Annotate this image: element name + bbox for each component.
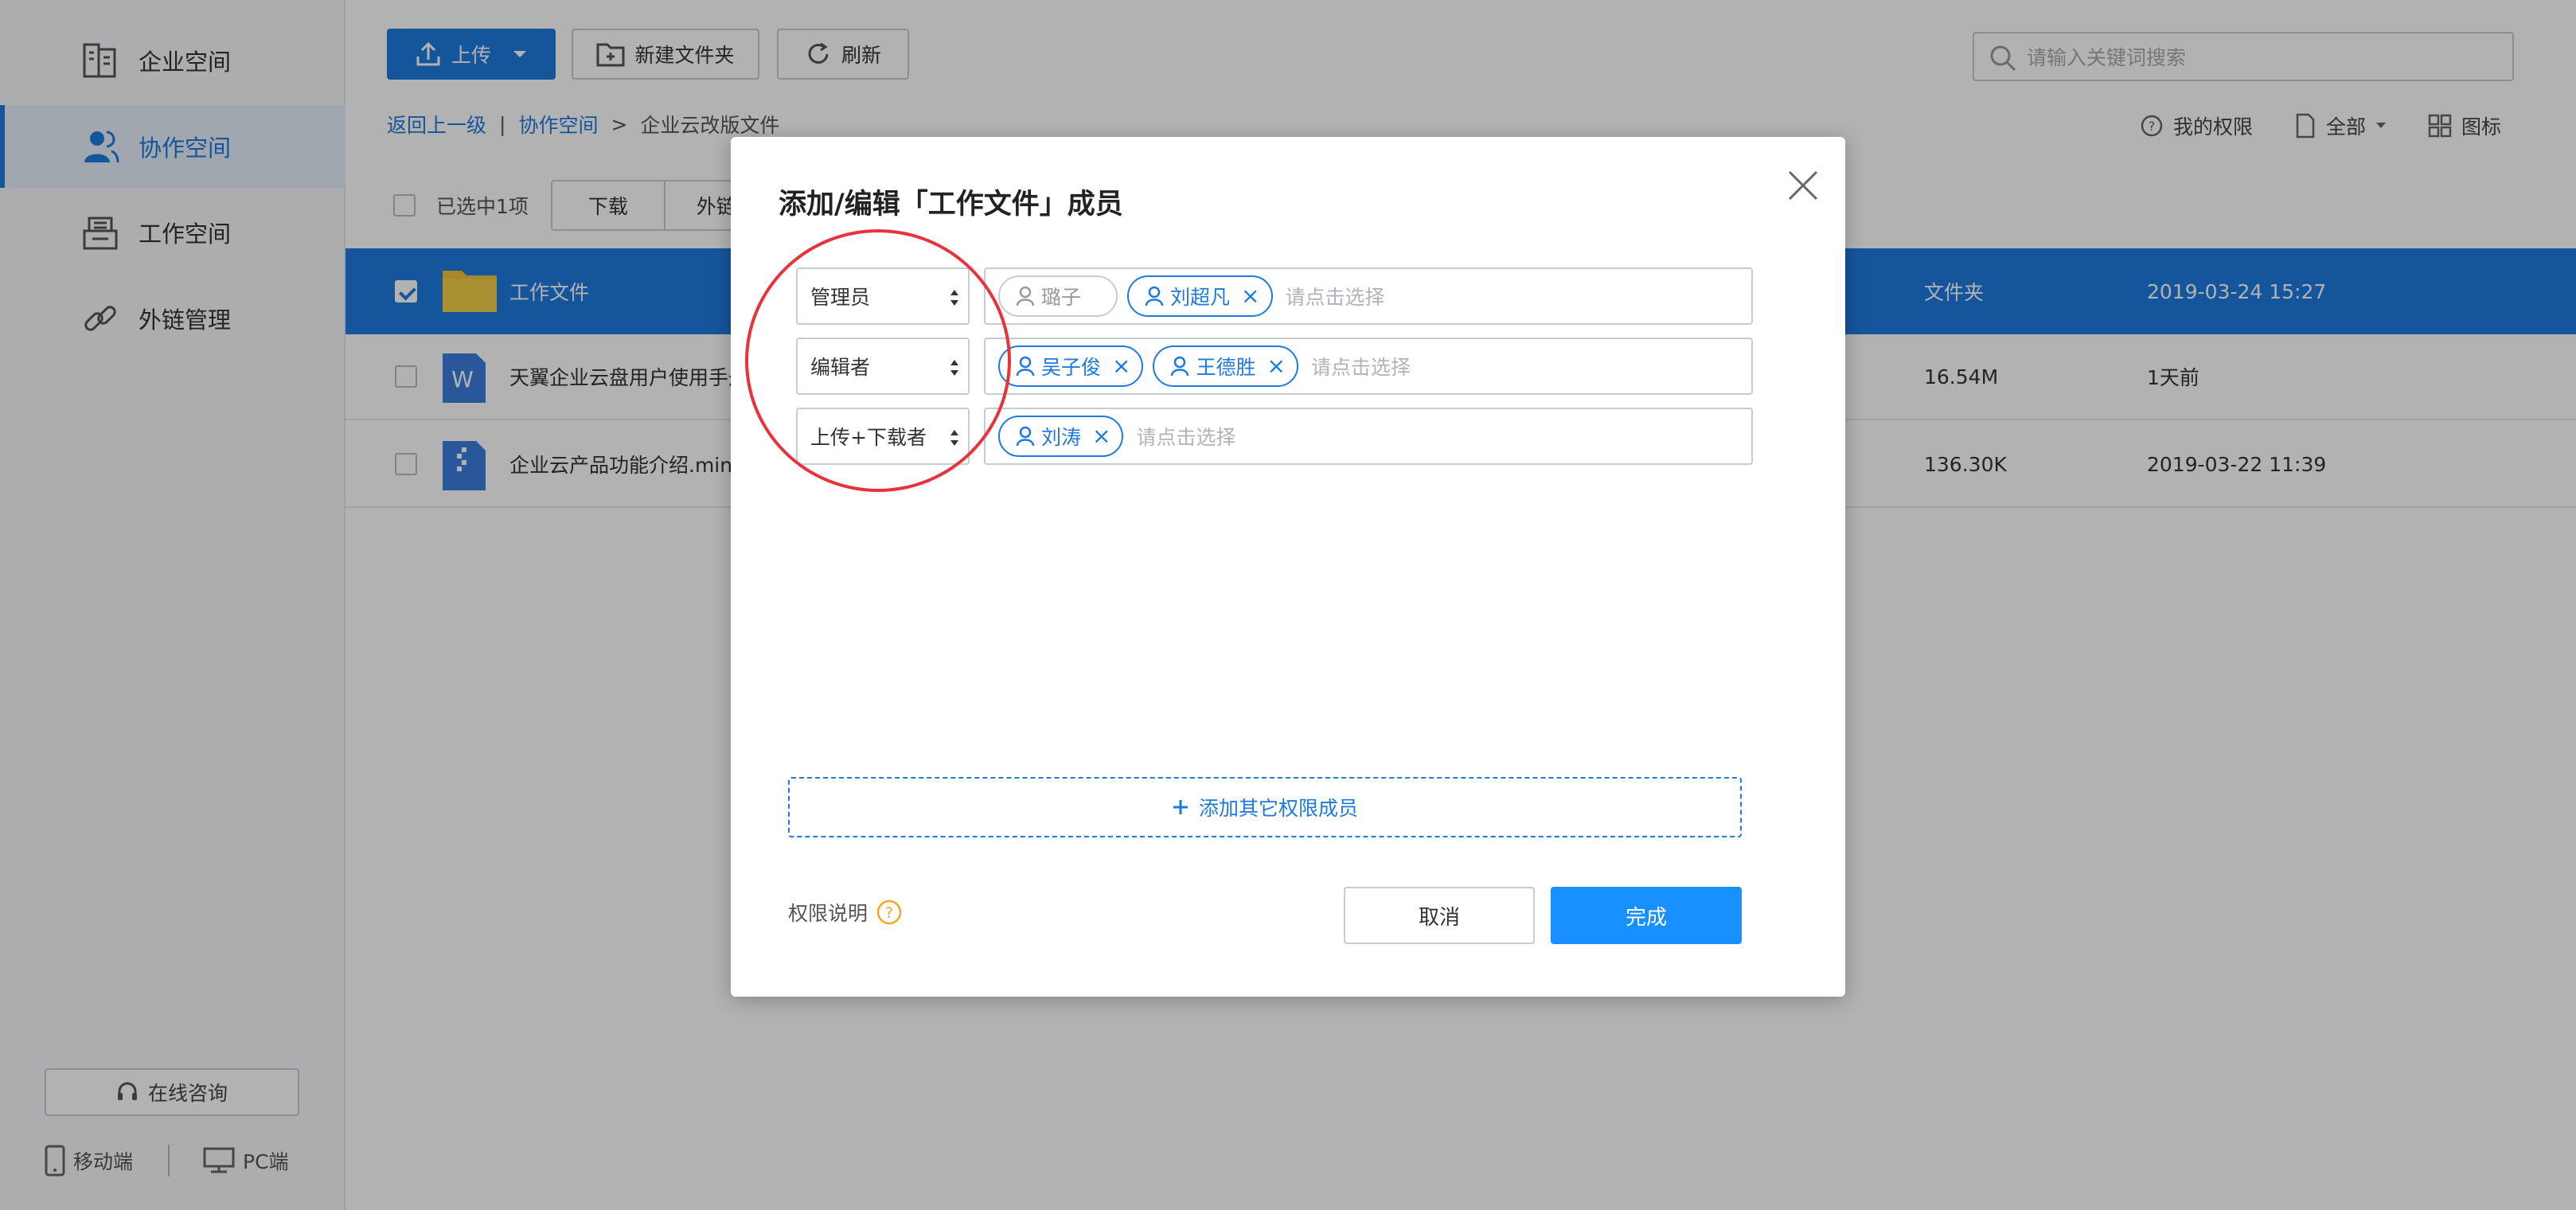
remove-member-icon[interactable]: ×	[1241, 285, 1259, 307]
help-circle-icon: ?	[876, 900, 902, 925]
add-member-label: 添加其它权限成员	[1198, 797, 1358, 820]
member-chip: 璐子	[998, 275, 1118, 317]
user-icon	[1016, 356, 1035, 377]
member-chip: 刘超凡 ×	[1127, 275, 1273, 317]
member-picker[interactable]: 璐子 刘超凡 × 请点击选择	[984, 267, 1753, 325]
member-name: 王德胜	[1196, 356, 1256, 379]
permission-help[interactable]: 权限说明 ?	[788, 898, 903, 927]
member-name: 刘涛	[1041, 426, 1082, 449]
remove-member-icon[interactable]: ×	[1267, 355, 1286, 377]
remove-member-icon[interactable]: ×	[1092, 425, 1110, 447]
dialog-title: 添加/编辑「工作文件」成员	[779, 189, 1123, 221]
member-chip: 吴子俊 ×	[998, 345, 1144, 387]
user-icon	[1145, 286, 1164, 306]
member-placeholder: 请点击选择	[1285, 286, 1385, 309]
member-name: 璐子	[1041, 286, 1082, 309]
plus-icon	[1173, 800, 1188, 814]
close-icon[interactable]	[1782, 164, 1825, 207]
member-picker[interactable]: 吴子俊 × 王德胜 × 请点击选择	[984, 338, 1753, 395]
user-icon	[1171, 356, 1189, 377]
member-name: 刘超凡	[1170, 286, 1231, 309]
cancel-label: 取消	[1418, 905, 1460, 930]
member-placeholder: 请点击选择	[1310, 356, 1411, 379]
done-label: 完成	[1625, 905, 1667, 930]
member-chip: 王德胜 ×	[1153, 345, 1298, 387]
remove-member-icon[interactable]: ×	[1112, 355, 1130, 377]
permission-help-label: 权限说明	[788, 902, 868, 925]
member-chip: 刘涛 ×	[998, 416, 1124, 457]
member-placeholder: 请点击选择	[1136, 426, 1236, 449]
member-name: 吴子俊	[1041, 356, 1102, 379]
annotation-circle	[745, 229, 1011, 492]
add-member-button[interactable]: 添加其它权限成员	[788, 777, 1742, 837]
cancel-button[interactable]: 取消	[1344, 887, 1535, 944]
done-button[interactable]: 完成	[1551, 887, 1742, 944]
user-icon	[1016, 286, 1035, 306]
svg-text:?: ?	[885, 904, 893, 922]
member-picker[interactable]: 刘涛 × 请点击选择	[984, 408, 1753, 465]
user-icon	[1016, 426, 1035, 447]
